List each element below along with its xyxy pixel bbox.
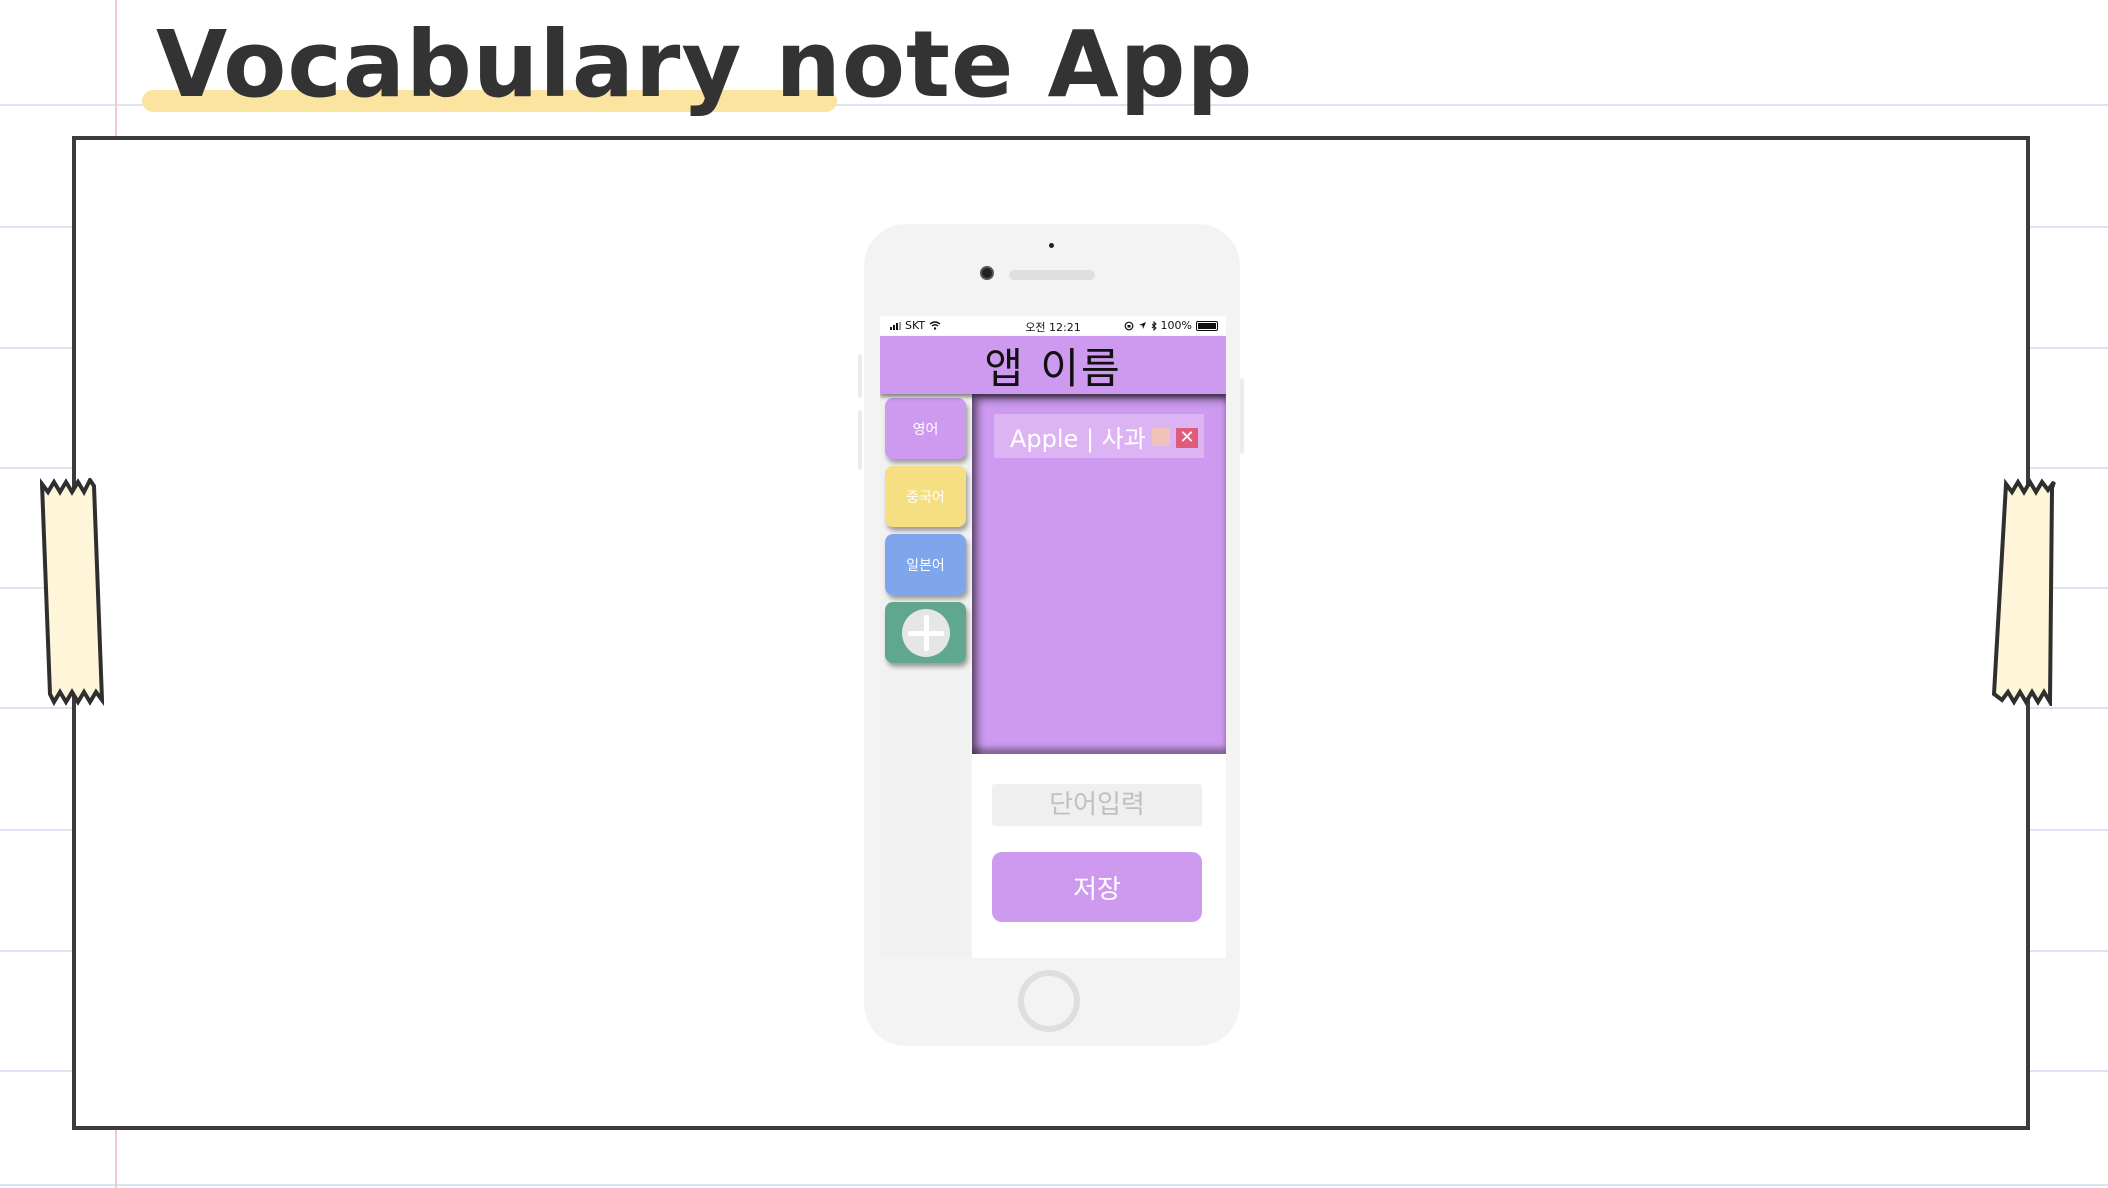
word-list-panel: Apple | 사과 ✕	[972, 394, 1226, 754]
phone-side-button	[858, 354, 862, 398]
word-text: Apple | 사과	[1010, 424, 1146, 453]
front-camera-icon	[980, 266, 994, 280]
phone-side-button	[858, 410, 862, 470]
home-button[interactable]	[1018, 970, 1080, 1032]
phone-screen: SKT 오전 12:21 100% 앱 이름 영어 중국어 일본어 Apple …	[880, 316, 1226, 958]
bluetooth-icon	[1151, 320, 1157, 331]
status-bar: SKT 오전 12:21 100%	[880, 316, 1226, 336]
lock-rotation-icon	[1124, 321, 1133, 330]
word-input-panel: 저장	[972, 754, 1226, 958]
app-header: 앱 이름	[880, 336, 1226, 394]
ruled-line	[0, 1184, 2108, 1186]
battery-percent: 100%	[1160, 319, 1192, 332]
slide-title: Vocabulary note App	[156, 11, 1254, 118]
app-title: 앱 이름	[984, 343, 1122, 393]
tape-right	[1992, 478, 2056, 706]
status-right: 100%	[1124, 319, 1218, 332]
language-button-chinese[interactable]: 중국어	[885, 466, 966, 527]
language-button-japanese[interactable]: 일본어	[885, 534, 966, 595]
word-list-item[interactable]: Apple | 사과 ✕	[994, 414, 1204, 458]
tape-left	[40, 478, 104, 706]
edit-word-button[interactable]	[1152, 428, 1170, 446]
plus-icon	[901, 608, 950, 657]
add-language-button[interactable]	[885, 602, 966, 663]
language-sidebar: 영어 중국어 일본어	[880, 394, 970, 958]
language-button-english[interactable]: 영어	[885, 398, 966, 459]
location-icon	[1138, 322, 1146, 329]
battery-icon	[1196, 320, 1218, 331]
speaker-grille	[1009, 270, 1095, 280]
phone-mockup: SKT 오전 12:21 100% 앱 이름 영어 중국어 일본어 Apple …	[858, 224, 1244, 1046]
slide-title-block: Vocabulary note App	[142, 10, 1253, 120]
save-button[interactable]: 저장	[992, 852, 1202, 922]
word-input[interactable]	[992, 784, 1202, 826]
phone-side-button	[1240, 378, 1244, 454]
sensor-dot	[1049, 243, 1054, 248]
delete-word-button[interactable]: ✕	[1176, 428, 1198, 448]
